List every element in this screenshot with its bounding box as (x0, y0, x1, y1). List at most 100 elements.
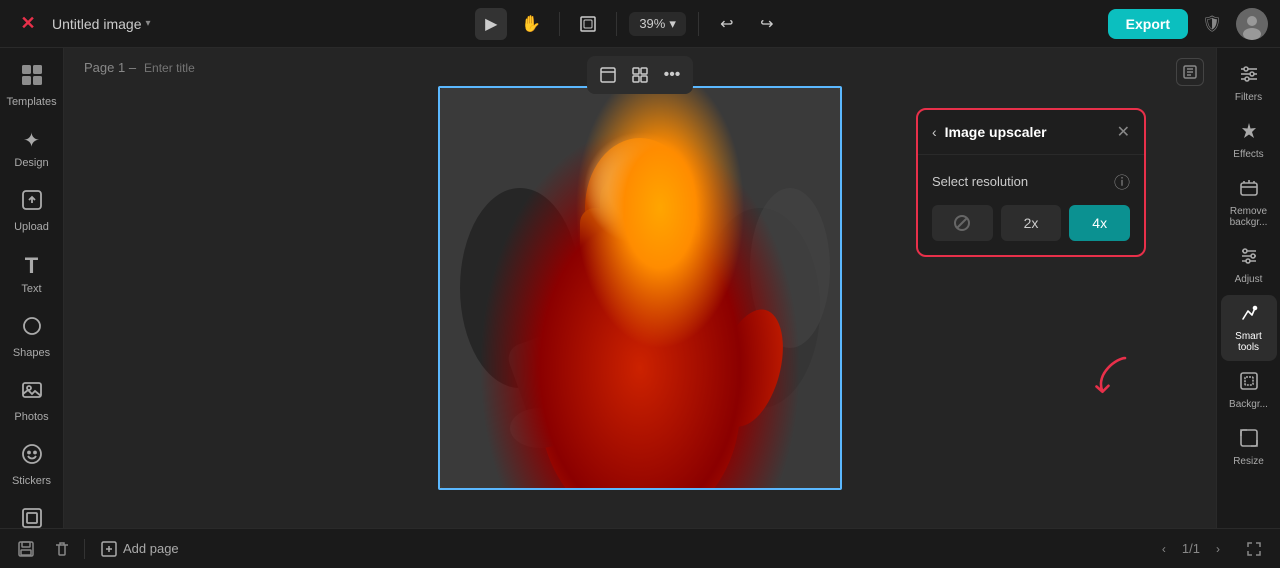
background-icon (1239, 371, 1259, 396)
frame-tool-btn[interactable] (572, 8, 604, 40)
design-icon: ✦ (23, 128, 40, 153)
sidebar-item-design[interactable]: ✦ Design (4, 120, 60, 177)
rsidebar-filters-label: Filters (1235, 92, 1262, 103)
page-next-btn[interactable]: › (1206, 537, 1230, 561)
rsidebar-item-resize[interactable]: Resize (1221, 420, 1277, 475)
page-row: Page 1 – (84, 60, 224, 75)
topbar-divider-1 (559, 12, 560, 36)
page-label: Page 1 – (84, 60, 136, 75)
upscaler-title: Image upscaler (945, 124, 1109, 140)
rsidebar-item-smart-tools[interactable]: Smart tools (1221, 295, 1277, 361)
zoom-value: 39% (639, 16, 665, 31)
page-prev-btn[interactable]: ‹ (1152, 537, 1176, 561)
upscaler-back-btn[interactable]: ‹ (932, 124, 937, 140)
adjust-icon (1239, 246, 1259, 271)
sidebar-item-upload[interactable]: Upload (4, 181, 60, 241)
main-area: Templates ✦ Design Upload T Text (0, 48, 1280, 528)
sidebar-item-shapes-label: Shapes (13, 347, 50, 359)
topbar-divider-3 (698, 12, 699, 36)
page-grid-btn[interactable] (625, 60, 655, 90)
sidebar-item-photos[interactable]: Photos (4, 371, 60, 431)
page-tools-floating: ••• (587, 56, 693, 94)
rsidebar-item-filters[interactable]: Filters (1221, 56, 1277, 111)
export-button[interactable]: Export (1108, 9, 1188, 39)
app-logo[interactable]: ✕ (12, 8, 44, 40)
canvas-image-wrapper[interactable] (438, 86, 842, 490)
frames-icon (21, 507, 43, 528)
rsidebar-remove-bg-label: Remove backgr... (1225, 206, 1273, 228)
canvas-image (440, 88, 840, 488)
rsidebar-resize-label: Resize (1233, 456, 1264, 467)
right-sidebar: Filters Effects Remove backgr... (1216, 48, 1280, 528)
fullscreen-btn[interactable] (1240, 535, 1268, 563)
undo-btn[interactable]: ↩ (711, 8, 743, 40)
upscaler-header: ‹ Image upscaler ✕ (918, 110, 1144, 155)
left-sidebar: Templates ✦ Design Upload T Text (0, 48, 64, 528)
rsidebar-item-effects[interactable]: Effects (1221, 113, 1277, 168)
sidebar-item-stickers-label: Stickers (12, 475, 51, 487)
sidebar-item-templates-label: Templates (6, 96, 56, 108)
canvas-area: Page 1 – ••• (64, 48, 1216, 528)
select-tool-btn[interactable]: ▶ (475, 8, 507, 40)
user-avatar[interactable] (1236, 8, 1268, 40)
filters-icon (1239, 64, 1259, 89)
effects-icon (1239, 121, 1259, 146)
topbar-tools: ▶ ✋ 39% ▾ ↩ ↪ (159, 8, 1100, 40)
page-layout-btn[interactable] (593, 60, 623, 90)
upload-icon (21, 189, 43, 217)
title-chevron: ▾ (146, 18, 151, 29)
sidebar-item-design-label: Design (14, 157, 48, 169)
sidebar-item-templates[interactable]: Templates (4, 56, 60, 116)
redo-btn[interactable]: ↪ (751, 8, 783, 40)
zoom-chevron: ▾ (669, 16, 676, 32)
smart-tools-icon (1239, 303, 1259, 328)
zoom-control[interactable]: 39% ▾ (629, 12, 686, 36)
page-indicator[interactable] (1176, 58, 1204, 86)
sidebar-item-text-label: Text (21, 283, 41, 295)
bottombar-right: ‹ 1/1 › (1152, 535, 1268, 563)
templates-icon (21, 64, 43, 92)
sidebar-item-stickers[interactable]: Stickers (4, 435, 60, 495)
rsidebar-adjust-label: Adjust (1235, 274, 1263, 285)
upscaler-body: Select resolution ⓘ 2x 4x (918, 155, 1144, 255)
rsidebar-item-remove-bg[interactable]: Remove backgr... (1221, 170, 1277, 236)
document-title[interactable]: Untitled image ▾ (52, 16, 151, 32)
upscaler-section-label: Select resolution ⓘ (932, 169, 1130, 193)
photos-icon (21, 379, 43, 407)
bottombar: Add page ‹ 1/1 › (0, 528, 1280, 568)
stickers-icon (21, 443, 43, 471)
add-page-label: Add page (123, 541, 179, 556)
rsidebar-item-adjust[interactable]: Adjust (1221, 238, 1277, 293)
upscaler-option-original[interactable] (932, 205, 993, 241)
rsidebar-background-label: Backgr... (1229, 399, 1268, 410)
shapes-icon (21, 315, 43, 343)
shield-icon[interactable]: 🛡 (1196, 8, 1228, 40)
delete-btn[interactable] (48, 535, 76, 563)
page-title-input[interactable] (144, 61, 224, 75)
rsidebar-item-background[interactable]: Backgr... (1221, 363, 1277, 418)
upscaler-panel: ‹ Image upscaler ✕ Select resolution ⓘ (916, 108, 1146, 257)
arrow-overlay (1080, 343, 1140, 408)
topbar: ✕ Untitled image ▾ ▶ ✋ 39% ▾ ↩ ↪ Export … (0, 0, 1280, 48)
sidebar-item-upload-label: Upload (14, 221, 49, 233)
rsidebar-effects-label: Effects (1233, 149, 1263, 160)
hand-tool-btn[interactable]: ✋ (515, 8, 547, 40)
resize-icon (1239, 428, 1259, 453)
topbar-right: Export 🛡 (1108, 8, 1268, 40)
upscaler-info-icon[interactable]: ⓘ (1114, 169, 1130, 193)
upscaler-options: 2x 4x (932, 205, 1130, 241)
topbar-divider-2 (616, 12, 617, 36)
sidebar-item-text[interactable]: T Text (4, 245, 60, 303)
text-icon: T (25, 253, 38, 279)
add-page-btn[interactable]: Add page (93, 537, 187, 561)
sidebar-item-frames[interactable]: Frames (4, 499, 60, 528)
upscaler-option-2x[interactable]: 2x (1001, 205, 1062, 241)
bottombar-sep (84, 539, 85, 559)
sidebar-item-shapes[interactable]: Shapes (4, 307, 60, 367)
upscaler-close-btn[interactable]: ✕ (1117, 122, 1130, 142)
remove-bg-icon (1239, 178, 1259, 203)
page-more-btn[interactable]: ••• (657, 60, 687, 90)
rsidebar-smart-tools-label: Smart tools (1225, 331, 1273, 353)
save-btn[interactable] (12, 535, 40, 563)
upscaler-option-4x[interactable]: 4x (1069, 205, 1130, 241)
